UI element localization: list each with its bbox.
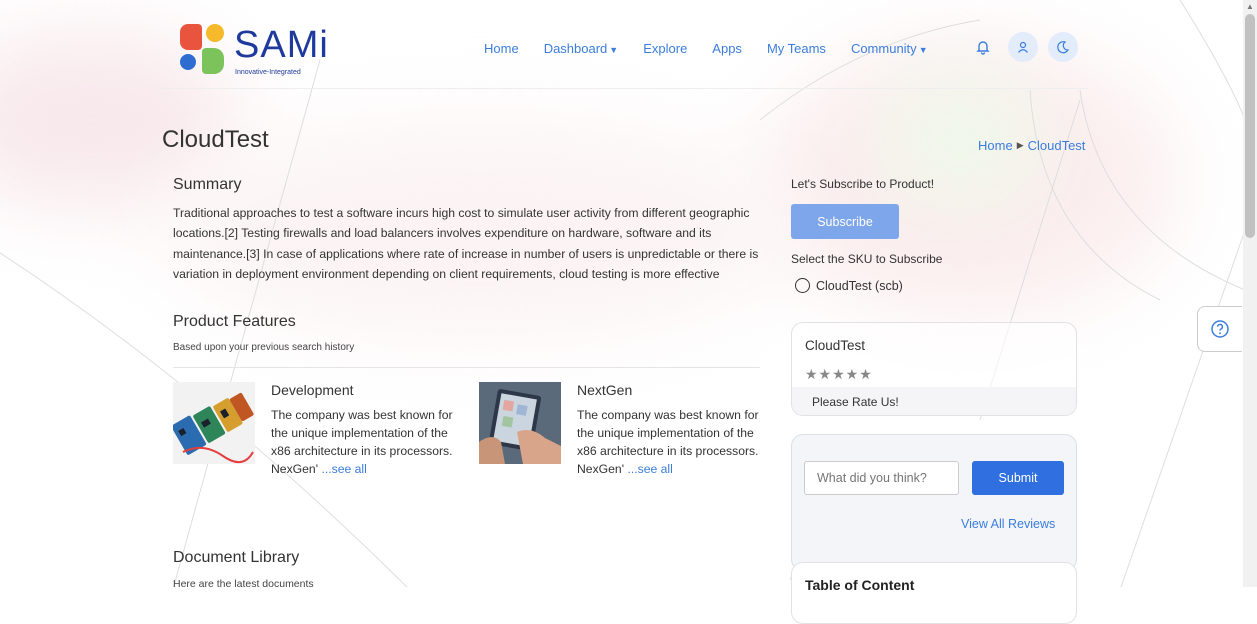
toc-title: Table of Content <box>805 577 915 593</box>
nav-dashboard[interactable]: Dashboard ▼ <box>544 41 619 56</box>
nav-community[interactable]: Community ▼ <box>851 41 928 56</box>
help-button[interactable] <box>1197 306 1242 352</box>
top-header: SAMi Innovative-Integrated Home Dashboar… <box>160 12 1088 89</box>
nav-my-teams[interactable]: My Teams <box>767 41 826 56</box>
view-all-reviews-link[interactable]: View All Reviews <box>961 517 1055 531</box>
tablet-hands-image <box>479 382 561 464</box>
chevron-down-icon: ▼ <box>609 45 619 55</box>
features-subtitle: Based upon your previous search history <box>173 342 355 353</box>
feature-description: The company was best known for the uniqu… <box>271 408 453 476</box>
bell-icon[interactable] <box>968 32 998 62</box>
scroll-up-arrow-icon[interactable]: ▲ <box>1246 2 1254 11</box>
caret-right-icon: ▶ <box>1016 140 1024 150</box>
sku-radio[interactable] <box>795 278 810 293</box>
sku-option[interactable]: CloudTest (scb) <box>795 278 903 293</box>
subscribe-button[interactable]: Subscribe <box>791 204 899 239</box>
moon-icon[interactable] <box>1048 32 1078 62</box>
sku-label: Select the SKU to Subscribe <box>791 252 943 266</box>
rating-card-title: CloudTest <box>805 338 866 353</box>
see-all-link[interactable]: ...see all <box>321 462 366 476</box>
submit-review-button[interactable]: Submit <box>972 461 1064 495</box>
document-library-heading: Document Library <box>173 549 300 566</box>
rate-prompt: Please Rate Us! <box>812 395 899 409</box>
summary-heading: Summary <box>173 176 242 193</box>
feature-title: Development <box>271 382 354 398</box>
scrollbar-thumb[interactable] <box>1245 14 1255 238</box>
nav-home[interactable]: Home <box>484 41 519 56</box>
header-icons <box>968 32 1078 62</box>
review-input[interactable] <box>804 461 959 495</box>
feature-description: The company was best known for the uniqu… <box>577 408 759 476</box>
feature-card-development[interactable]: Development The company was best known f… <box>171 380 463 476</box>
document-library-subtitle: Here are the latest documents <box>173 578 314 590</box>
breadcrumb-current[interactable]: CloudTest <box>1028 138 1086 153</box>
page-scrollbar[interactable]: ▲ <box>1243 0 1257 587</box>
sku-option-label: CloudTest (scb) <box>816 278 903 293</box>
breadcrumb: Home ▶ CloudTest <box>978 138 1085 153</box>
main-nav: Home Dashboard ▼ Explore Apps My Teams Co… <box>484 41 928 56</box>
nav-explore[interactable]: Explore <box>643 41 687 56</box>
circuit-boards-image <box>171 382 255 464</box>
question-icon <box>1211 320 1229 338</box>
user-icon[interactable] <box>1008 32 1038 62</box>
nav-apps[interactable]: Apps <box>712 41 742 56</box>
table-of-content-card: Table of Content <box>791 562 1077 624</box>
review-card: Submit View All Reviews <box>791 434 1077 571</box>
summary-text: Traditional approaches to test a softwar… <box>173 206 759 282</box>
feature-title: NextGen <box>577 382 633 398</box>
subscribe-label: Let's Subscribe to Product! <box>791 177 935 191</box>
breadcrumb-home[interactable]: Home <box>978 138 1013 153</box>
features-heading: Product Features <box>173 313 296 330</box>
logo-tagline: Innovative-Integrated <box>235 69 301 76</box>
star-rating[interactable]: ★★★★★ <box>805 366 873 383</box>
sami-logo[interactable]: SAMi Innovative-Integrated <box>178 22 328 80</box>
feature-card-nextgen[interactable]: NextGen The company was best known for t… <box>479 380 769 476</box>
section-divider <box>173 367 760 368</box>
logo-text: SAMi <box>234 24 329 66</box>
see-all-link[interactable]: ...see all <box>627 462 672 476</box>
chevron-down-icon: ▼ <box>918 45 928 55</box>
page-title: CloudTest <box>162 126 269 153</box>
rating-card: CloudTest ★★★★★ Please Rate Us! <box>791 322 1077 416</box>
